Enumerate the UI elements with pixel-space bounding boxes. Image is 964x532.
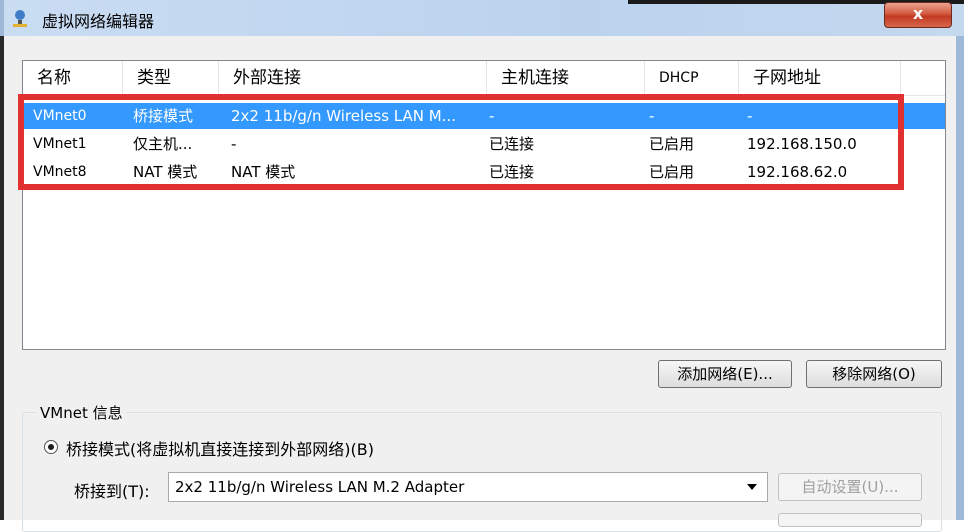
column-header-host[interactable]: 主机连接 bbox=[487, 61, 645, 95]
vmnet-info-label: VMnet 信息 bbox=[36, 402, 127, 423]
bridged-mode-label[interactable]: 桥接模式(将虚拟机直接连接到外部网络)(B) bbox=[66, 436, 374, 460]
chevron-down-icon[interactable] bbox=[747, 484, 757, 490]
add-network-button[interactable]: 添加网络(E)... bbox=[658, 360, 792, 388]
vmware-network-icon bbox=[10, 8, 30, 28]
column-header-type[interactable]: 类型 bbox=[123, 61, 219, 95]
highlight-annotation-box bbox=[18, 94, 904, 190]
window-title: 虚拟网络编辑器 bbox=[42, 12, 155, 31]
column-header-subnet[interactable]: 子网地址 bbox=[739, 61, 901, 95]
remove-network-button[interactable]: 移除网络(O) bbox=[806, 360, 942, 388]
bridged-to-select[interactable]: 2x2 11b/g/n Wireless LAN M.2 Adapter bbox=[168, 472, 768, 502]
window-edge bbox=[0, 0, 4, 36]
window-edge bbox=[0, 36, 4, 520]
window-edge bbox=[956, 36, 964, 520]
radio-selected-dot bbox=[48, 444, 54, 450]
column-header-dhcp[interactable]: DHCP bbox=[645, 61, 739, 95]
bridged-to-label: 桥接到(T): bbox=[74, 482, 150, 501]
close-button[interactable]: x bbox=[884, 2, 952, 28]
column-header-external[interactable]: 外部连接 bbox=[219, 61, 487, 95]
column-header-name[interactable]: 名称 bbox=[23, 61, 123, 95]
auto-settings-button[interactable]: 自动设置(U)... bbox=[778, 473, 922, 501]
partial-button[interactable] bbox=[778, 513, 922, 527]
bridged-mode-radio[interactable] bbox=[44, 440, 58, 454]
list-header: 名称 类型 外部连接 主机连接 DHCP 子网地址 bbox=[23, 61, 945, 96]
bridged-to-value: 2x2 11b/g/n Wireless LAN M.2 Adapter bbox=[175, 478, 465, 496]
